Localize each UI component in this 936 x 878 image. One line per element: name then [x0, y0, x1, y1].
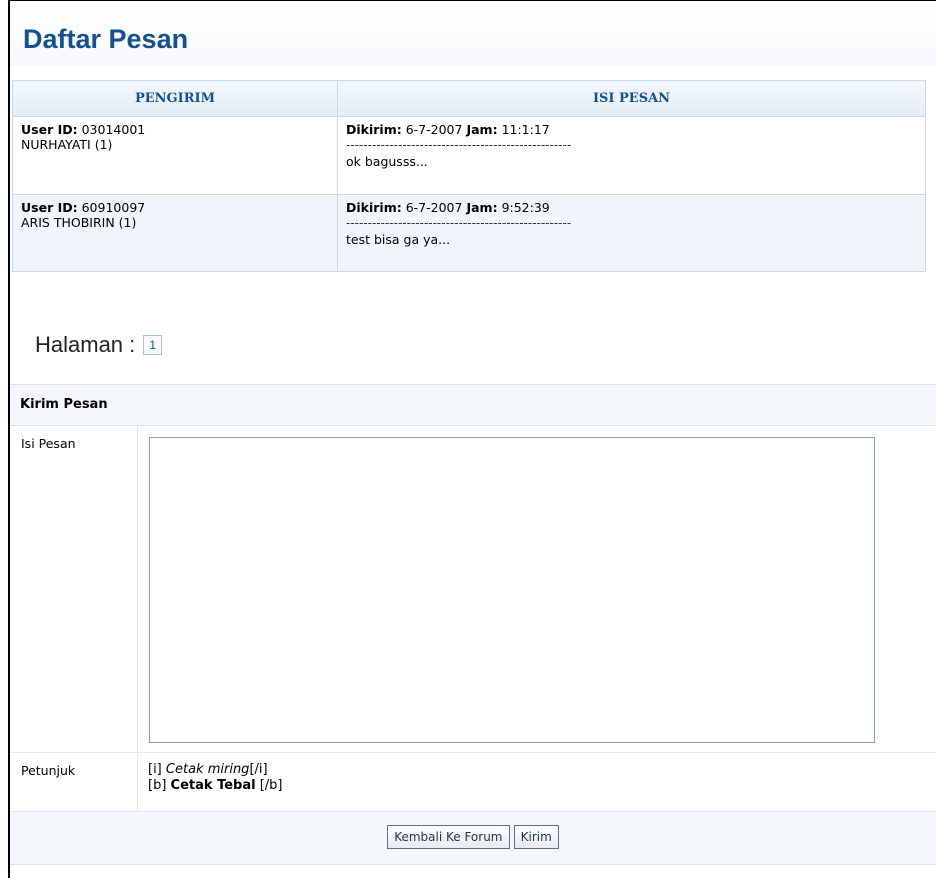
sent-time: 9:52:39 [501, 200, 550, 215]
hint-italic: [i] Cetak miring[/i] [148, 762, 282, 778]
hint-bold: [b] Cetak Tebal [/b] [148, 778, 282, 794]
table-row: User ID: 60910097 ARIS THOBIRIN (1) Diki… [12, 194, 926, 272]
pagination-label: Halaman : [35, 332, 136, 357]
page-link-1[interactable]: 1 [143, 335, 163, 355]
message-text: ok bagusss... [346, 154, 428, 169]
message-row: Isi Pesan [10, 426, 936, 753]
sent-date: 6-7-2007 [405, 200, 463, 215]
sent-time: 11:1:17 [501, 122, 550, 137]
back-to-forum-button[interactable]: Kembali Ke Forum [387, 825, 510, 849]
user-id-value: 03014001 [81, 122, 146, 137]
column-header-sender: PENGIRIM [12, 80, 338, 117]
message-text: test bisa ga ya... [346, 232, 451, 247]
page-title: Daftar Pesan [10, 1, 936, 66]
message-separator: ----------------------------------------… [346, 218, 572, 228]
message-textarea[interactable] [149, 437, 875, 743]
message-separator: ----------------------------------------… [346, 140, 572, 150]
user-id-label: User ID: [21, 122, 78, 137]
hint-row: Petunjuk [i] Cetak miring[/i] [b] Cetak … [10, 753, 936, 812]
message-field-wrap [138, 426, 875, 752]
sent-date: 6-7-2007 [405, 122, 463, 137]
button-row: Kembali Ke Forum Kirim [10, 812, 936, 865]
message-cell: Dikirim: 6-7-2007 Jam: 11:1:17 ---------… [337, 116, 926, 195]
hint-italic-text: Cetak miring [165, 762, 250, 777]
table-header-row: PENGIRIM ISI PESAN [12, 80, 926, 117]
sender-cell: User ID: 03014001 NURHAYATI (1) [12, 116, 338, 195]
hint-bold-open: [b] [148, 778, 167, 793]
sent-label: Dikirim: [346, 200, 402, 215]
user-id-label: User ID: [21, 200, 78, 215]
pagination: Halaman : 1 [35, 332, 163, 358]
message-cell: Dikirim: 6-7-2007 Jam: 9:52:39 ---------… [337, 194, 926, 272]
hint-italic-open: [i] [148, 762, 162, 777]
table-row: User ID: 03014001 NURHAYATI (1) Dikirim:… [12, 116, 926, 195]
time-label: Jam: [466, 122, 498, 137]
form-heading: Kirim Pesan [10, 384, 936, 426]
sent-label: Dikirim: [346, 122, 402, 137]
sender-name: ARIS THOBIRIN (1) [21, 215, 137, 230]
hint-italic-close: [/i] [249, 762, 268, 777]
send-message-form: Kirim Pesan Isi Pesan Petunjuk [i] Cetak… [10, 384, 936, 865]
user-id-value: 60910097 [81, 200, 146, 215]
message-table: PENGIRIM ISI PESAN User ID: 03014001 NUR… [12, 80, 926, 272]
sender-name: NURHAYATI (1) [21, 137, 113, 152]
page: Daftar Pesan [10, 1, 936, 66]
send-button[interactable]: Kirim [513, 825, 559, 849]
column-header-message: ISI PESAN [337, 80, 926, 117]
hint-label: Petunjuk [10, 753, 138, 811]
hint-content: [i] Cetak miring[/i] [b] Cetak Tebal [/b… [138, 753, 282, 811]
hint-bold-text: Cetak Tebal [170, 778, 256, 793]
hint-bold-close: [/b] [259, 778, 283, 793]
message-label: Isi Pesan [10, 426, 138, 752]
sender-cell: User ID: 60910097 ARIS THOBIRIN (1) [12, 194, 338, 272]
time-label: Jam: [466, 200, 498, 215]
